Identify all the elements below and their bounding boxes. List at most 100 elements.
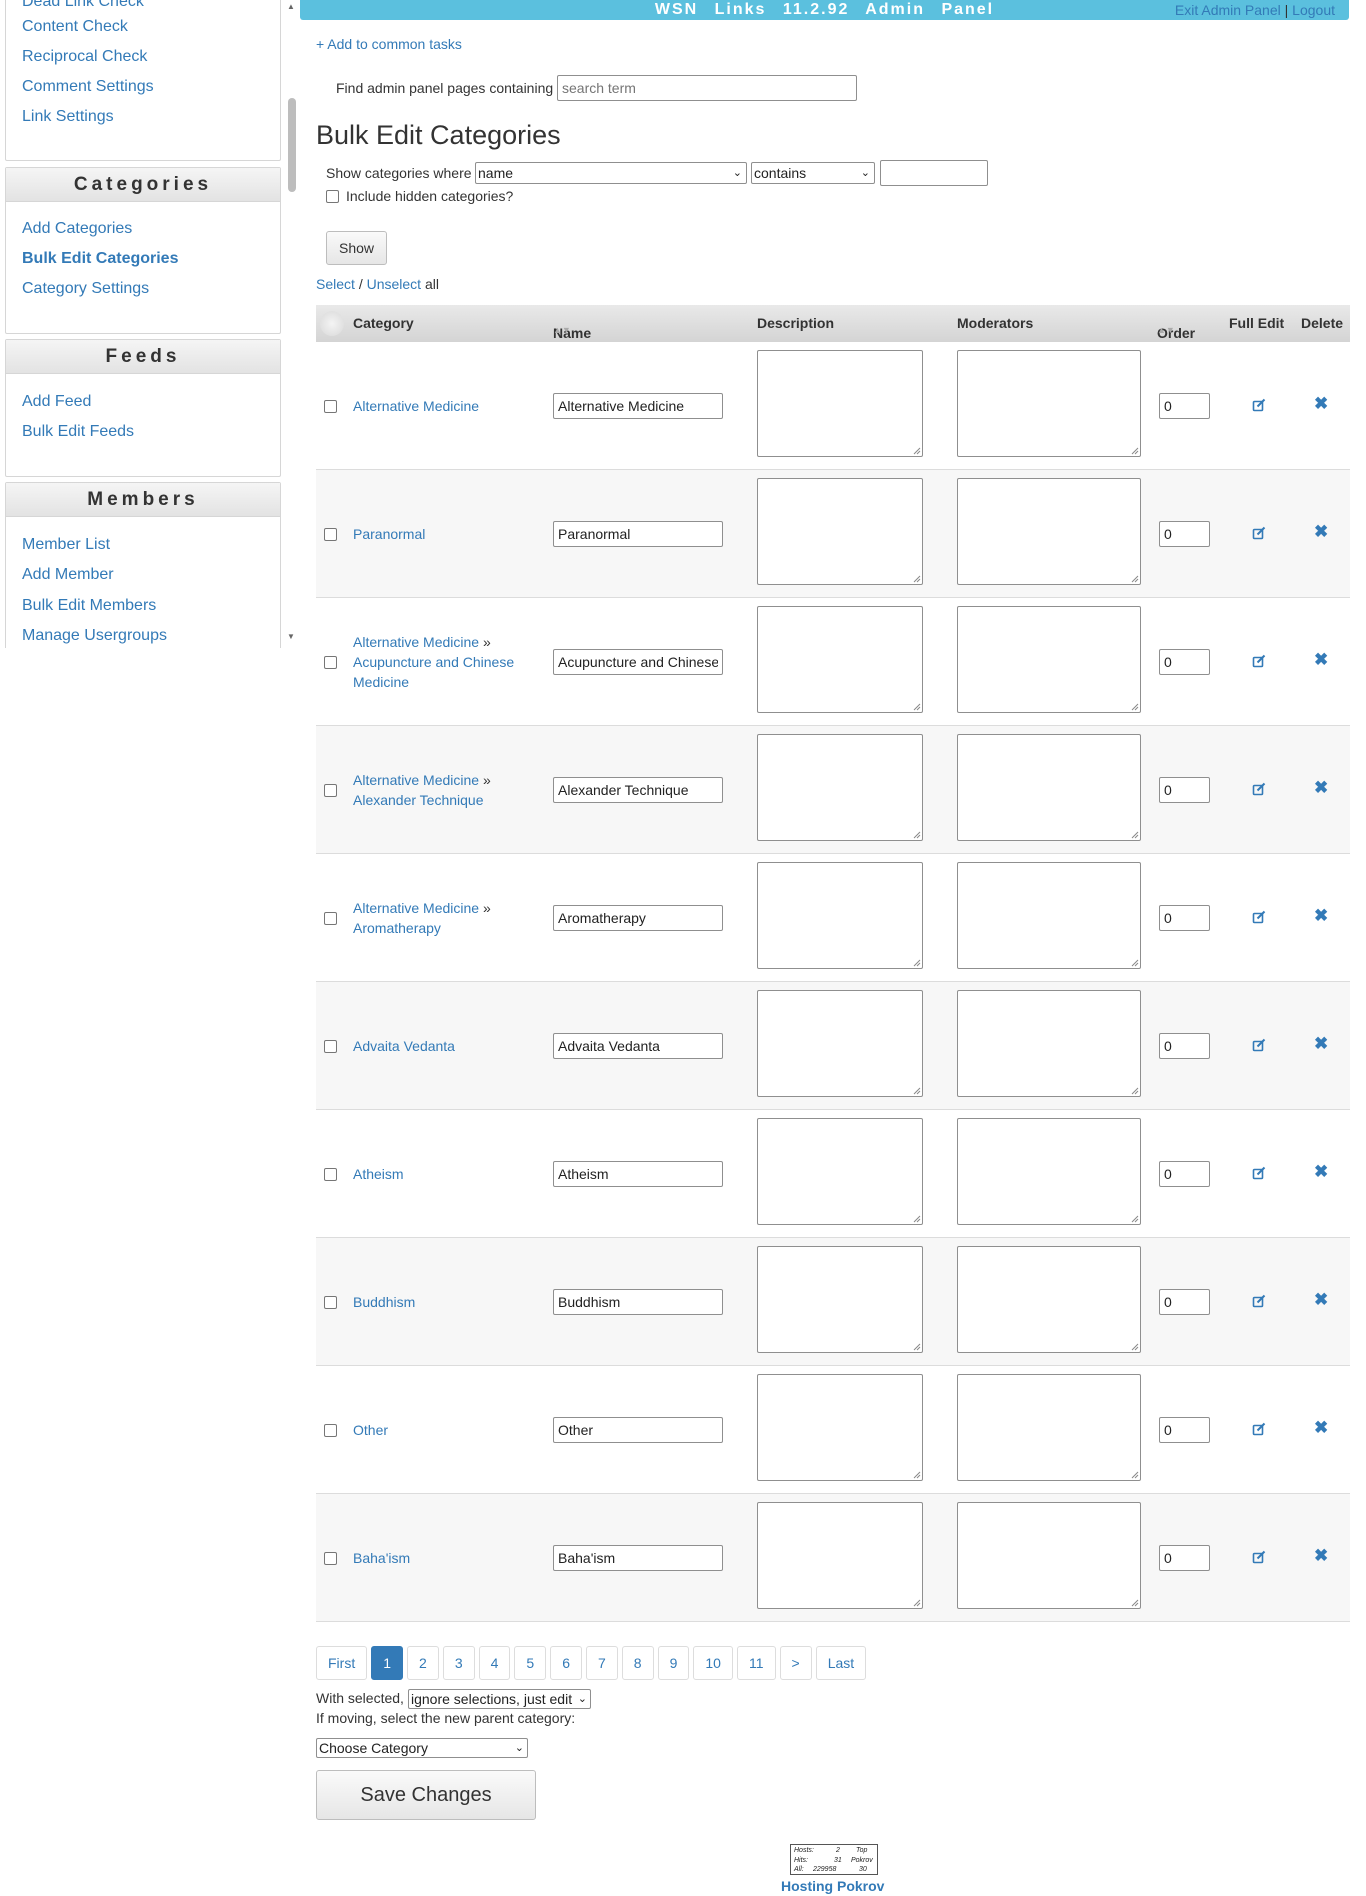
resize-grip-icon[interactable]: [1131, 1599, 1139, 1607]
category-link[interactable]: Atheism: [353, 1166, 404, 1182]
sidebar-scrollbar[interactable]: ▲ ▼: [285, 0, 299, 648]
page-link-5[interactable]: 5: [514, 1646, 547, 1680]
category-link[interactable]: Other: [353, 1422, 388, 1438]
page-link-first[interactable]: First: [316, 1646, 368, 1680]
row-select-checkbox[interactable]: [324, 528, 337, 541]
page-link-2[interactable]: 2: [407, 1646, 439, 1680]
resize-grip-icon[interactable]: [913, 1215, 921, 1223]
resize-grip-icon[interactable]: [1131, 831, 1139, 839]
delete-icon[interactable]: ✖: [1314, 1034, 1328, 1054]
resize-grip-icon[interactable]: [1131, 703, 1139, 711]
category-link[interactable]: Advaita Vedanta: [353, 1038, 455, 1054]
resize-grip-icon[interactable]: [1131, 1343, 1139, 1351]
resize-grip-icon[interactable]: [1131, 1087, 1139, 1095]
category-name-input[interactable]: [553, 1417, 723, 1443]
sidebar-item-add-member[interactable]: Add Member: [22, 566, 114, 584]
category-link[interactable]: Buddhism: [353, 1294, 415, 1310]
resize-grip-icon[interactable]: [913, 959, 921, 967]
description-textarea[interactable]: [757, 862, 923, 969]
page-link-9[interactable]: 9: [657, 1646, 690, 1680]
page-link-11[interactable]: 11: [736, 1646, 776, 1680]
category-link[interactable]: Paranormal: [353, 526, 425, 542]
resize-grip-icon[interactable]: [913, 703, 921, 711]
sidebar-item-add-feed[interactable]: Add Feed: [22, 393, 91, 411]
resize-grip-icon[interactable]: [1131, 959, 1139, 967]
resize-grip-icon[interactable]: [913, 831, 921, 839]
moderators-textarea[interactable]: [957, 734, 1141, 841]
order-input[interactable]: [1159, 1161, 1210, 1187]
row-select-checkbox[interactable]: [324, 784, 337, 797]
sidebar-item-dead-link-check[interactable]: Dead Link Check: [22, 0, 144, 11]
description-textarea[interactable]: [757, 350, 923, 457]
description-textarea[interactable]: [757, 478, 923, 585]
category-link[interactable]: Acupuncture and Chinese Medicine: [353, 654, 514, 690]
row-select-checkbox[interactable]: [324, 1424, 337, 1437]
order-input[interactable]: [1159, 1033, 1210, 1059]
description-textarea[interactable]: [757, 1246, 923, 1353]
description-textarea[interactable]: [757, 990, 923, 1097]
moderators-textarea[interactable]: [957, 1246, 1141, 1353]
category-name-input[interactable]: [553, 521, 723, 547]
row-select-checkbox[interactable]: [324, 400, 337, 413]
moderators-textarea[interactable]: [957, 990, 1141, 1097]
moderators-textarea[interactable]: [957, 1374, 1141, 1481]
full-edit-icon[interactable]: [1252, 526, 1266, 540]
row-select-checkbox[interactable]: [324, 1168, 337, 1181]
scroll-down-arrow-icon[interactable]: ▼: [287, 632, 295, 641]
category-name-input[interactable]: [553, 1161, 723, 1187]
page-link-last[interactable]: Last: [815, 1646, 867, 1680]
hosting-counter-badge[interactable]: Hosts: 2 Top Hits: 31 Pokrov All: 229958…: [790, 1844, 878, 1875]
select-all-header-icon[interactable]: [320, 311, 344, 336]
order-input[interactable]: [1159, 1289, 1210, 1315]
full-edit-icon[interactable]: [1252, 1294, 1266, 1308]
sidebar-item-member-list[interactable]: Member List: [22, 536, 110, 554]
delete-icon[interactable]: ✖: [1314, 522, 1328, 542]
sidebar-item-reciprocal-check[interactable]: Reciprocal Check: [22, 48, 147, 66]
exit-admin-panel-link[interactable]: Exit Admin Panel: [1175, 2, 1281, 18]
description-textarea[interactable]: [757, 606, 923, 713]
admin-search-input[interactable]: [557, 75, 857, 101]
sort-arrows-icon[interactable]: ▲▼: [1157, 325, 1175, 335]
order-input[interactable]: [1159, 905, 1210, 931]
delete-icon[interactable]: ✖: [1314, 1290, 1328, 1310]
moderators-textarea[interactable]: [957, 478, 1141, 585]
category-name-input[interactable]: [553, 905, 723, 931]
page-link-10[interactable]: 10: [693, 1646, 733, 1680]
delete-icon[interactable]: ✖: [1314, 906, 1328, 926]
category-name-input[interactable]: [553, 1289, 723, 1315]
page-link-7[interactable]: 7: [586, 1646, 618, 1680]
filter-operator-select[interactable]: contains ⌄: [751, 162, 875, 184]
order-input[interactable]: [1159, 1545, 1210, 1571]
sort-arrows-icon[interactable]: ▲▼: [553, 325, 571, 335]
full-edit-icon[interactable]: [1252, 398, 1266, 412]
sidebar-scrollbar-thumb[interactable]: [288, 98, 296, 192]
resize-grip-icon[interactable]: [913, 1599, 921, 1607]
description-textarea[interactable]: [757, 1502, 923, 1609]
category-name-input[interactable]: [553, 393, 723, 419]
delete-icon[interactable]: ✖: [1314, 778, 1328, 798]
category-link[interactable]: Baha'ism: [353, 1550, 410, 1566]
order-input[interactable]: [1159, 521, 1210, 547]
sidebar-item-comment-settings[interactable]: Comment Settings: [22, 78, 154, 96]
category-link[interactable]: Alternative Medicine: [353, 772, 479, 788]
row-select-checkbox[interactable]: [324, 1040, 337, 1053]
resize-grip-icon[interactable]: [913, 1343, 921, 1351]
description-textarea[interactable]: [757, 1374, 923, 1481]
category-link[interactable]: Alternative Medicine: [353, 634, 479, 650]
full-edit-icon[interactable]: [1252, 1550, 1266, 1564]
sidebar-item-category-settings[interactable]: Category Settings: [22, 280, 149, 298]
full-edit-icon[interactable]: [1252, 654, 1266, 668]
include-hidden-checkbox[interactable]: [326, 190, 339, 203]
resize-grip-icon[interactable]: [913, 447, 921, 455]
page-link-4[interactable]: 4: [478, 1646, 511, 1680]
category-name-input[interactable]: [553, 649, 723, 675]
moderators-textarea[interactable]: [957, 1502, 1141, 1609]
row-select-checkbox[interactable]: [324, 656, 337, 669]
full-edit-icon[interactable]: [1252, 1422, 1266, 1436]
category-link[interactable]: Aromatherapy: [353, 920, 441, 936]
category-name-input[interactable]: [553, 777, 723, 803]
sidebar-item-add-categories[interactable]: Add Categories: [22, 220, 132, 238]
delete-icon[interactable]: ✖: [1314, 1546, 1328, 1566]
scroll-up-arrow-icon[interactable]: ▲: [287, 2, 295, 11]
page-link-1[interactable]: 1: [371, 1646, 404, 1680]
